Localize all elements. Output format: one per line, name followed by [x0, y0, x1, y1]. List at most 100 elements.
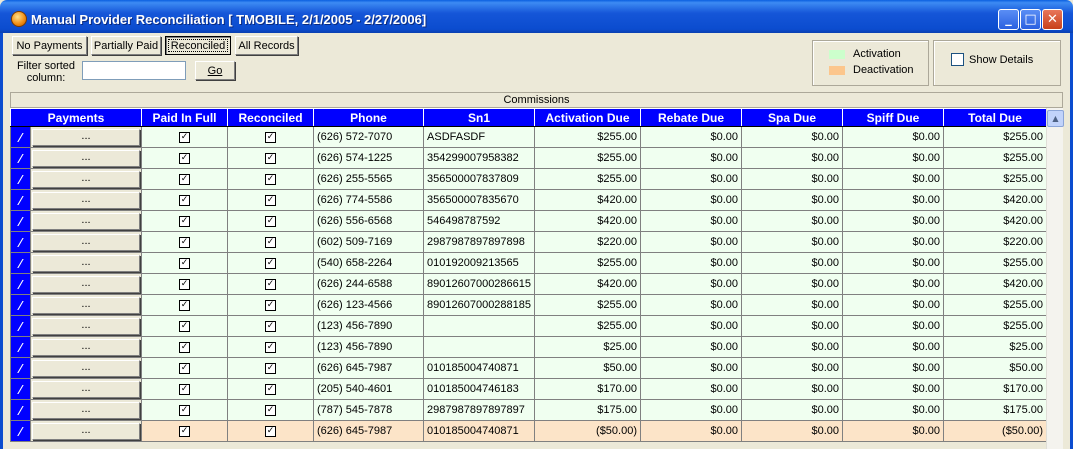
reconciled-checkbox[interactable]: ✓ — [265, 215, 277, 227]
col-header-paid-in-full[interactable]: Paid In Full — [141, 108, 229, 127]
paid-in-full-checkbox[interactable]: ✓ — [179, 425, 191, 437]
reconciled-checkbox[interactable]: ✓ — [265, 257, 277, 269]
partially-paid-button[interactable]: Partially Paid — [91, 36, 161, 55]
paid-in-full-cell[interactable]: ✓ — [141, 168, 229, 190]
reconciled-cell[interactable]: ✓ — [227, 147, 315, 169]
table-row[interactable]: /... ✓ ✓ (602) 509-7169 2987987897897898 $220… — [10, 231, 1048, 253]
table-row[interactable]: /... ✓ ✓ (626) 574-1225 354299007958382 $255.… — [10, 147, 1048, 169]
payments-button[interactable]: ... — [32, 317, 141, 335]
row-selector[interactable]: / — [10, 315, 31, 337]
row-selector[interactable]: / — [10, 252, 31, 274]
paid-in-full-checkbox[interactable]: ✓ — [179, 173, 191, 185]
payments-button[interactable]: ... — [32, 380, 141, 398]
row-selector[interactable]: / — [10, 273, 31, 295]
payments-button[interactable]: ... — [32, 338, 141, 356]
reconciled-cell[interactable]: ✓ — [227, 168, 315, 190]
paid-in-full-cell[interactable]: ✓ — [141, 189, 229, 211]
paid-in-full-cell[interactable]: ✓ — [141, 252, 229, 274]
paid-in-full-cell[interactable]: ✓ — [141, 147, 229, 169]
paid-in-full-checkbox[interactable]: ✓ — [179, 257, 191, 269]
payments-button[interactable]: ... — [32, 422, 141, 440]
reconciled-cell[interactable]: ✓ — [227, 294, 315, 316]
paid-in-full-cell[interactable]: ✓ — [141, 231, 229, 253]
paid-in-full-checkbox[interactable]: ✓ — [179, 194, 191, 206]
paid-in-full-cell[interactable]: ✓ — [141, 126, 229, 148]
paid-in-full-cell[interactable]: ✓ — [141, 273, 229, 295]
paid-in-full-checkbox[interactable]: ✓ — [179, 383, 191, 395]
col-header-activation-due[interactable]: Activation Due — [534, 108, 642, 127]
close-icon[interactable]: ✕ — [1042, 9, 1063, 30]
paid-in-full-checkbox[interactable]: ✓ — [179, 404, 191, 416]
maximize-icon[interactable]: □ — [1020, 9, 1041, 30]
payments-button[interactable]: ... — [32, 254, 141, 272]
paid-in-full-cell[interactable]: ✓ — [141, 336, 229, 358]
paid-in-full-cell[interactable]: ✓ — [141, 315, 229, 337]
payments-button[interactable]: ... — [32, 149, 141, 167]
reconciled-cell[interactable]: ✓ — [227, 231, 315, 253]
paid-in-full-checkbox[interactable]: ✓ — [179, 320, 191, 332]
table-row[interactable]: /... ✓ ✓ (123) 456-7890 $255.00 $0.00 $0.00 $0.… — [10, 315, 1048, 337]
paid-in-full-cell[interactable]: ✓ — [141, 399, 229, 421]
paid-in-full-checkbox[interactable]: ✓ — [179, 215, 191, 227]
scroll-up-icon[interactable]: ▲ — [1047, 110, 1064, 127]
col-header-total-due[interactable]: Total Due — [943, 108, 1048, 127]
reconciled-checkbox[interactable]: ✓ — [265, 362, 277, 374]
col-header-spa-due[interactable]: Spa Due — [741, 108, 844, 127]
col-header-rebate-due[interactable]: Rebate Due — [640, 108, 743, 127]
table-row[interactable]: /... ✓ ✓ (626) 774-5586 356500007835670 $420.… — [10, 189, 1048, 211]
table-row[interactable]: /... ✓ ✓ (626) 572-7070 ASDFASDF $255.00 $0.00… — [10, 126, 1048, 148]
payments-button[interactable]: ... — [32, 170, 141, 188]
table-row[interactable]: /... ✓ ✓ (626) 556-6568 546498787592 $420.00 $… — [10, 210, 1048, 232]
reconciled-cell[interactable]: ✓ — [227, 378, 315, 400]
paid-in-full-checkbox[interactable]: ✓ — [179, 341, 191, 353]
reconciled-checkbox[interactable]: ✓ — [265, 341, 277, 353]
table-row[interactable]: /... ✓ ✓ (626) 255-5565 356500007837809 $255.… — [10, 168, 1048, 190]
reconciled-cell[interactable]: ✓ — [227, 357, 315, 379]
go-button[interactable]: Go — [195, 61, 235, 80]
row-selector[interactable]: / — [10, 231, 31, 253]
payments-button[interactable]: ... — [32, 359, 141, 377]
reconciled-checkbox[interactable]: ✓ — [265, 278, 277, 290]
reconciled-checkbox[interactable]: ✓ — [265, 320, 277, 332]
reconciled-cell[interactable]: ✓ — [227, 210, 315, 232]
paid-in-full-checkbox[interactable]: ✓ — [179, 299, 191, 311]
row-selector[interactable]: / — [10, 420, 31, 442]
paid-in-full-cell[interactable]: ✓ — [141, 210, 229, 232]
table-row[interactable]: /... ✓ ✓ (626) 123-4566 89012607000288185 $25… — [10, 294, 1048, 316]
row-selector[interactable]: / — [10, 294, 31, 316]
row-selector[interactable]: / — [10, 399, 31, 421]
col-header-reconciled[interactable]: Reconciled — [227, 108, 315, 127]
payments-button[interactable]: ... — [32, 191, 141, 209]
reconciled-button[interactable]: Reconciled — [165, 36, 231, 55]
reconciled-checkbox[interactable]: ✓ — [265, 194, 277, 206]
table-row[interactable]: /... ✓ ✓ (205) 540-4601 010185004746183 $170.… — [10, 378, 1048, 400]
col-header-sn1[interactable]: Sn1 — [423, 108, 536, 127]
reconciled-cell[interactable]: ✓ — [227, 420, 315, 442]
paid-in-full-cell[interactable]: ✓ — [141, 378, 229, 400]
paid-in-full-cell[interactable]: ✓ — [141, 357, 229, 379]
row-selector[interactable]: / — [10, 336, 31, 358]
row-selector[interactable]: / — [10, 189, 31, 211]
row-selector[interactable]: / — [10, 378, 31, 400]
row-selector[interactable]: / — [10, 147, 31, 169]
vertical-scrollbar[interactable]: ▲ — [1046, 108, 1064, 449]
reconciled-cell[interactable]: ✓ — [227, 189, 315, 211]
payments-button[interactable]: ... — [32, 128, 141, 146]
col-header-payments[interactable]: Payments — [9, 108, 143, 127]
paid-in-full-checkbox[interactable]: ✓ — [179, 362, 191, 374]
reconciled-cell[interactable]: ✓ — [227, 252, 315, 274]
paid-in-full-checkbox[interactable]: ✓ — [179, 152, 191, 164]
paid-in-full-cell[interactable]: ✓ — [141, 294, 229, 316]
reconciled-cell[interactable]: ✓ — [227, 336, 315, 358]
all-records-button[interactable]: All Records — [235, 36, 298, 55]
col-header-spiff-due[interactable]: Spiff Due — [842, 108, 945, 127]
row-selector[interactable]: / — [10, 357, 31, 379]
table-row[interactable]: /... ✓ ✓ (626) 645-7987 010185004740871 ($50.… — [10, 420, 1048, 442]
payments-button[interactable]: ... — [32, 401, 141, 419]
row-selector[interactable]: / — [10, 210, 31, 232]
reconciled-checkbox[interactable]: ✓ — [265, 236, 277, 248]
no-payments-button[interactable]: No Payments — [12, 36, 87, 55]
reconciled-checkbox[interactable]: ✓ — [265, 299, 277, 311]
paid-in-full-checkbox[interactable]: ✓ — [179, 278, 191, 290]
filter-sorted-input[interactable] — [82, 61, 186, 80]
